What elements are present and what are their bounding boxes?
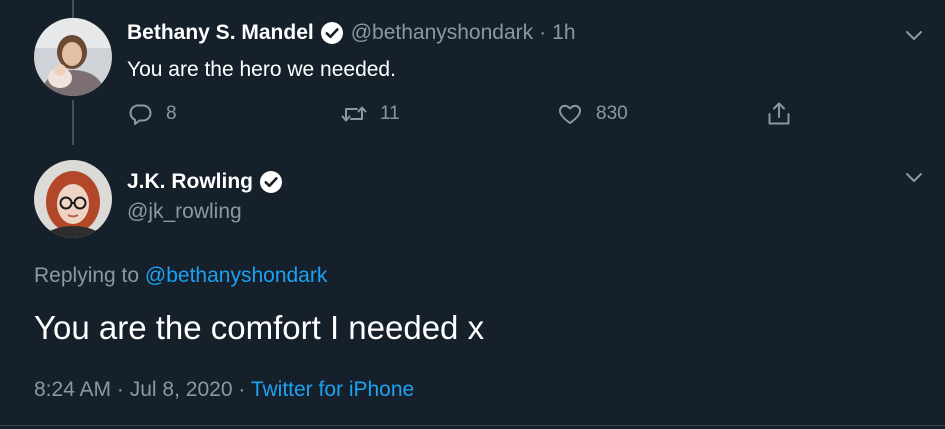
replying-mention-link[interactable]: @bethanyshondark	[145, 264, 327, 287]
tweet-source-link[interactable]: Twitter for iPhone	[251, 378, 414, 401]
tweet1-header: Bethany S. Mandel @bethanyshondark · 1h	[127, 19, 576, 47]
retweet-count: 11	[380, 103, 400, 124]
tweet2-date[interactable]: Jul 8, 2020	[130, 378, 233, 401]
retweet-button[interactable]: 11	[340, 100, 400, 128]
chevron-down-icon[interactable]	[903, 166, 925, 188]
tweet1-text: You are the hero we needed.	[127, 58, 396, 81]
thread-line-connector	[72, 100, 74, 145]
share-icon	[765, 100, 793, 128]
reply-bubble-icon	[128, 101, 154, 127]
tweet1-time[interactable]: 1h	[552, 21, 575, 45]
like-button[interactable]: 830	[556, 100, 628, 128]
meta-separator: ·	[116, 378, 124, 401]
verified-badge-icon	[259, 170, 283, 194]
tweet2-text: You are the comfort I needed x	[34, 309, 485, 346]
share-button[interactable]	[765, 100, 793, 128]
like-count: 830	[596, 103, 628, 124]
jk-handle[interactable]: @jk_rowling	[127, 200, 242, 224]
bethany-display-name[interactable]: Bethany S. Mandel	[127, 21, 314, 45]
bethany-avatar[interactable]	[34, 18, 112, 96]
divider	[0, 425, 945, 426]
header-separator: ·	[539, 21, 547, 44]
jk-display-name[interactable]: J.K. Rowling	[127, 170, 253, 194]
tweet2-time[interactable]: 8:24 AM	[34, 378, 111, 401]
reply-button[interactable]: 8	[128, 100, 177, 128]
replying-prefix: Replying to	[34, 264, 140, 287]
meta-separator: ·	[238, 378, 246, 401]
chevron-down-icon[interactable]	[903, 24, 925, 46]
heart-icon	[556, 101, 584, 127]
retweet-icon	[340, 101, 368, 127]
replying-to-line: Replying to @bethanyshondark	[34, 264, 327, 288]
tweet2-timestamp-row: 8:24 AM · Jul 8, 2020 · Twitter for iPho…	[34, 378, 414, 402]
tweet2-header: J.K. Rowling	[127, 168, 283, 196]
reply-count: 8	[166, 103, 177, 124]
thread-line-top	[72, 0, 74, 18]
verified-badge-icon	[320, 21, 344, 45]
jk-avatar[interactable]	[34, 160, 112, 238]
bethany-handle[interactable]: @bethanyshondark	[351, 21, 533, 45]
